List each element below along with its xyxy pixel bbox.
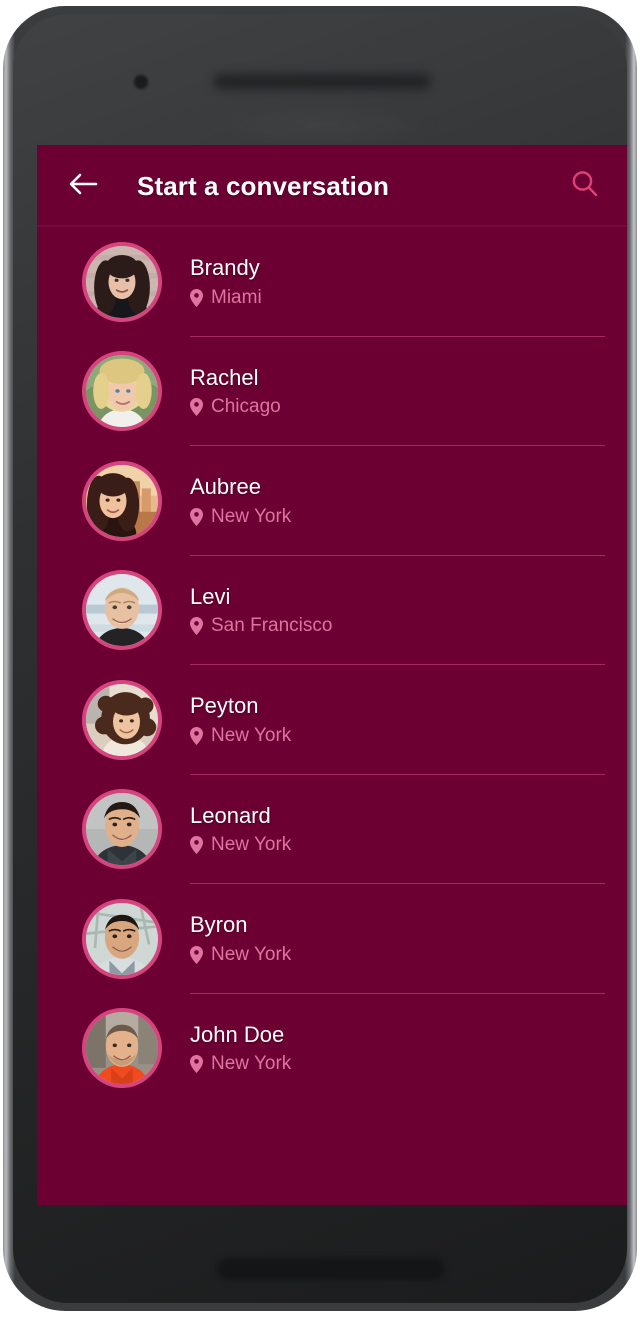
contact-location: New York <box>190 834 617 857</box>
contact-name: Aubree <box>190 474 261 500</box>
contact-name: Byron <box>190 912 248 938</box>
front-camera-icon <box>134 75 148 89</box>
phone-screen: Start a conversation Brandy Miami Rachel… <box>37 145 627 1205</box>
contact-location: New York <box>190 506 617 529</box>
list-item[interactable]: Leonard New York <box>37 775 627 884</box>
contact-location: Chicago <box>190 396 617 419</box>
list-item[interactable]: Brandy Miami <box>37 227 627 337</box>
bezel-smudge <box>198 102 448 150</box>
contact-info: Levi San Francisco <box>190 556 627 665</box>
contact-info: Brandy Miami <box>190 227 627 337</box>
contact-info: Aubree New York <box>190 446 627 556</box>
map-pin-icon <box>190 726 203 745</box>
map-pin-icon <box>190 398 203 417</box>
contact-info: Rachel Chicago <box>190 337 627 446</box>
arrow-left-icon <box>68 172 98 201</box>
home-button-icon[interactable] <box>217 1258 445 1280</box>
list-item[interactable]: Rachel Chicago <box>37 337 627 446</box>
contact-location-label: New York <box>211 724 292 746</box>
contact-location: New York <box>190 1053 617 1076</box>
back-button[interactable] <box>61 164 105 208</box>
list-item[interactable]: Aubree New York <box>37 446 627 556</box>
contact-location-label: San Francisco <box>211 615 333 637</box>
contact-location-label: New York <box>211 1053 292 1075</box>
map-pin-icon <box>190 288 203 307</box>
contact-location: New York <box>190 944 617 967</box>
avatar <box>82 898 162 979</box>
avatar <box>82 351 162 432</box>
contact-name: Rachel <box>190 364 259 390</box>
contact-name: Peyton <box>190 693 259 719</box>
list-item[interactable]: Peyton New York <box>37 665 627 775</box>
app-bar: Start a conversation <box>37 145 627 227</box>
list-item[interactable]: Levi San Francisco <box>37 556 627 665</box>
search-button[interactable] <box>563 164 607 208</box>
map-pin-icon <box>190 1055 203 1074</box>
page-title: Start a conversation <box>137 170 389 201</box>
contact-info: Byron New York <box>190 884 627 994</box>
contact-name: Brandy <box>190 255 260 281</box>
avatar <box>82 570 162 651</box>
avatar <box>82 241 162 322</box>
contact-location-label: New York <box>211 834 292 856</box>
map-pin-icon <box>190 945 203 964</box>
avatar <box>82 1008 162 1089</box>
contact-location-label: New York <box>211 943 292 965</box>
contact-info: Leonard New York <box>190 775 627 884</box>
contact-location-label: New York <box>211 505 292 527</box>
list-item[interactable]: John Doe New York <box>37 994 627 1104</box>
phone-bezel: Start a conversation Brandy Miami Rachel… <box>13 14 627 1303</box>
list-item[interactable]: Byron New York <box>37 884 627 994</box>
map-pin-icon <box>190 836 203 855</box>
contact-list: Brandy Miami Rachel Chicago Aubree New Y… <box>37 227 627 1103</box>
contact-location-label: Chicago <box>211 396 281 418</box>
earpiece-speaker-icon <box>213 74 431 89</box>
phone-device-frame: Start a conversation Brandy Miami Rachel… <box>3 6 637 1311</box>
avatar <box>82 679 162 760</box>
contact-name: John Doe <box>190 1021 285 1047</box>
contact-info: John Doe New York <box>190 994 627 1104</box>
search-icon <box>569 168 601 205</box>
contact-location: Miami <box>190 287 617 310</box>
map-pin-icon <box>190 617 203 636</box>
contact-info: Peyton New York <box>190 665 627 775</box>
avatar <box>82 460 162 541</box>
contact-location: New York <box>190 725 617 748</box>
contact-name: Levi <box>190 583 231 609</box>
contact-name: Leonard <box>190 802 271 828</box>
avatar <box>82 789 162 870</box>
contact-location: San Francisco <box>190 615 617 638</box>
contact-location-label: Miami <box>211 286 262 308</box>
map-pin-icon <box>190 507 203 526</box>
